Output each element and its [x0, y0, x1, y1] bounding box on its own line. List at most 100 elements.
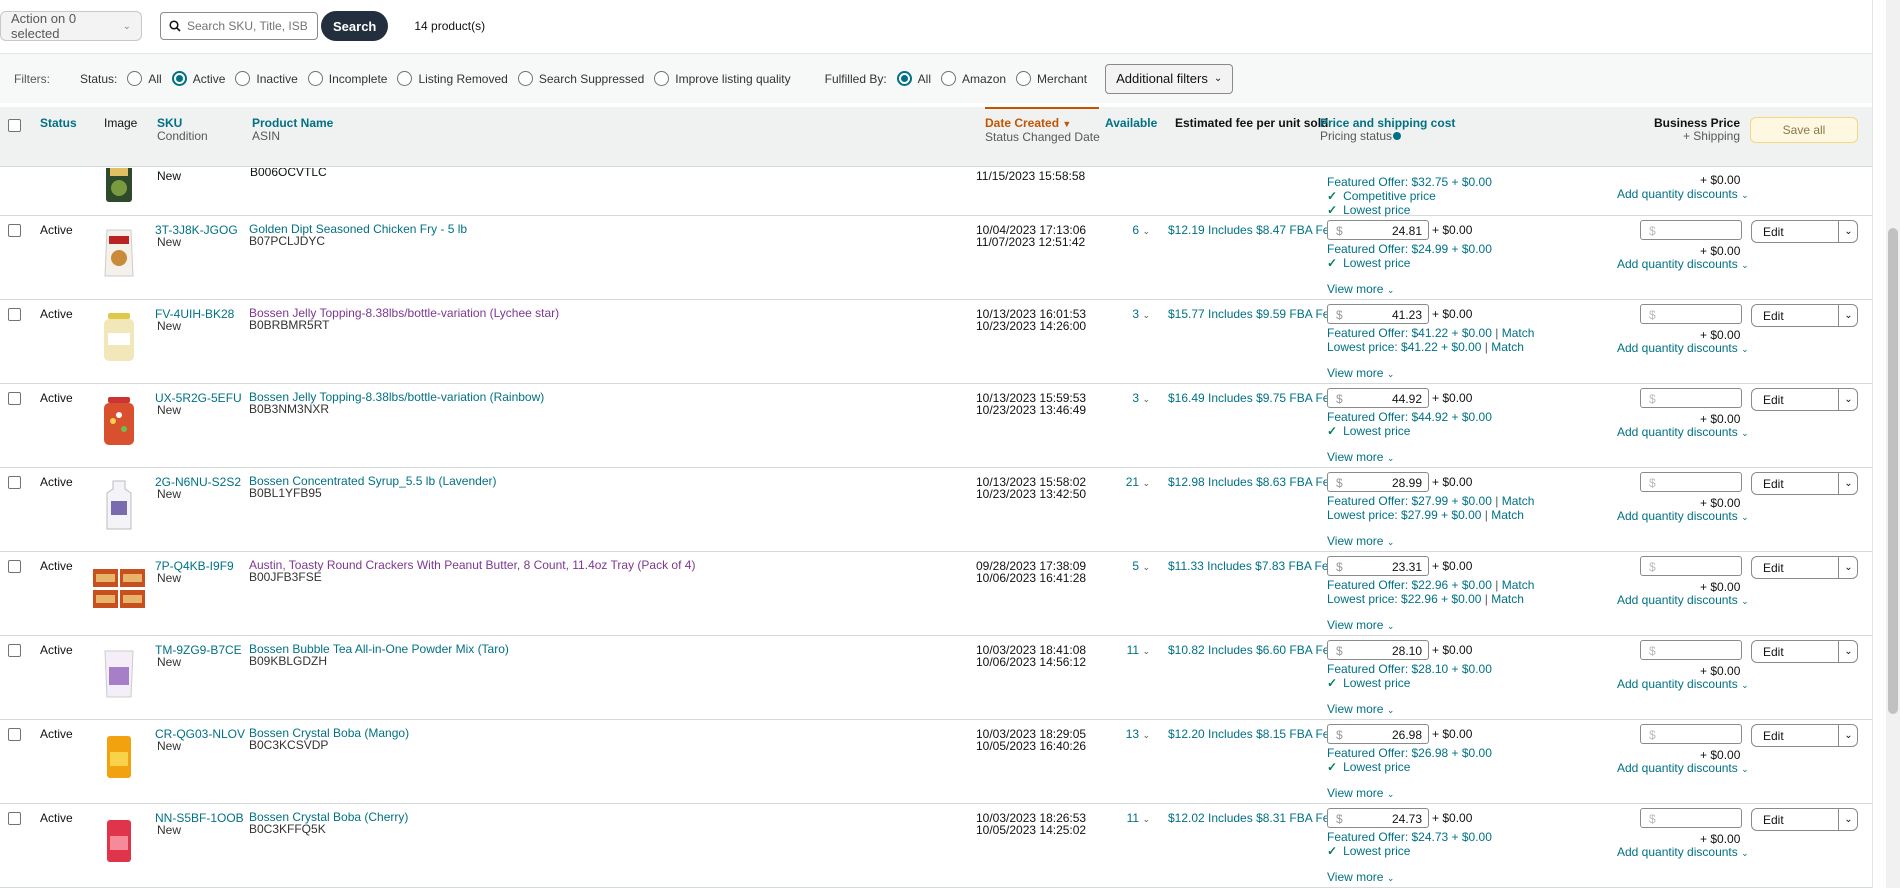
price-input[interactable]: $28.99 — [1327, 472, 1429, 492]
available-dropdown[interactable]: 21 ⌄ — [1110, 476, 1150, 490]
status-radio-search-suppressed[interactable]: Search Suppressed — [517, 71, 644, 86]
quantity-discounts-link[interactable]: Add quantity discounts ⌄ — [1617, 426, 1749, 440]
view-more-link[interactable]: View more ⌄ — [1327, 451, 1394, 465]
select-all-checkbox[interactable] — [8, 119, 21, 132]
view-more-link[interactable]: View more ⌄ — [1327, 283, 1394, 297]
fee-link[interactable]: $10.82 Includes $6.60 FBA Fee — [1168, 644, 1336, 657]
business-price-input[interactable]: $ — [1640, 808, 1742, 828]
match-link[interactable]: Match — [1491, 508, 1524, 522]
quantity-discounts-link[interactable]: Add quantity discounts ⌄ — [1617, 762, 1749, 776]
fulfilled-radio-merchant[interactable]: Merchant — [1016, 71, 1087, 86]
quantity-discounts-link[interactable]: Add quantity discounts ⌄ — [1617, 510, 1749, 524]
fee-link[interactable]: $11.33 Includes $7.83 FBA Fee — [1168, 560, 1335, 573]
search-input[interactable] — [187, 19, 307, 33]
price-input[interactable]: $26.98 — [1327, 724, 1429, 744]
business-price-input[interactable]: $ — [1640, 220, 1742, 240]
business-price-input[interactable]: $ — [1640, 472, 1742, 492]
save-all-button[interactable]: Save all — [1750, 117, 1858, 143]
price-input[interactable]: $23.31 — [1327, 556, 1429, 576]
view-more-link[interactable]: View more ⌄ — [1327, 535, 1394, 549]
view-more-link[interactable]: View more ⌄ — [1327, 787, 1394, 801]
view-more-link[interactable]: View more ⌄ — [1327, 871, 1394, 885]
edit-dropdown-toggle[interactable]: ⌄ — [1838, 725, 1858, 746]
edit-button[interactable]: Edit — [1763, 645, 1784, 659]
search-box[interactable] — [160, 12, 318, 40]
match-link[interactable]: Match — [1491, 340, 1524, 354]
edit-button[interactable]: Edit — [1763, 393, 1784, 407]
fulfilled-radio-all[interactable]: All — [896, 71, 931, 86]
fee-link[interactable]: $12.20 Includes $8.15 FBA Fee — [1168, 728, 1336, 741]
status-radio-incomplete[interactable]: Incomplete — [307, 71, 387, 86]
additional-filters-button[interactable]: Additional filters ⌄ — [1105, 63, 1234, 94]
edit-dropdown-toggle[interactable]: ⌄ — [1838, 473, 1858, 494]
view-more-link[interactable]: View more ⌄ — [1327, 367, 1394, 381]
product-image[interactable] — [93, 392, 145, 450]
edit-button[interactable]: Edit — [1763, 729, 1784, 743]
status-radio-active[interactable]: Active — [171, 71, 225, 86]
available-dropdown[interactable]: 11 ⌄ — [1110, 644, 1150, 658]
match-link[interactable]: Match — [1502, 494, 1535, 508]
edit-button[interactable]: Edit — [1763, 813, 1784, 827]
edit-button[interactable]: Edit — [1763, 477, 1784, 491]
row-checkbox[interactable] — [8, 728, 21, 741]
price-input[interactable]: $24.73 — [1327, 808, 1429, 828]
scrollbar-thumb[interactable] — [1888, 228, 1898, 714]
price-input[interactable]: $44.92 — [1327, 388, 1429, 408]
edit-dropdown-toggle[interactable]: ⌄ — [1838, 389, 1858, 410]
col-available[interactable]: Available — [1105, 117, 1157, 130]
match-link[interactable]: Match — [1502, 326, 1535, 340]
quantity-discounts-link[interactable]: Add quantity discounts ⌄ — [1617, 678, 1749, 692]
quantity-discounts-link[interactable]: Add quantity discounts ⌄ — [1617, 188, 1749, 202]
product-image[interactable] — [93, 644, 145, 702]
available-dropdown[interactable]: 3 ⌄ — [1110, 308, 1150, 322]
edit-dropdown-toggle[interactable]: ⌄ — [1838, 809, 1858, 830]
bulk-action-select[interactable]: Action on 0 selected ⌄ — [0, 11, 142, 41]
col-date-created[interactable]: Date Created ▼ — [985, 117, 1100, 131]
row-checkbox[interactable] — [8, 308, 21, 321]
match-link[interactable]: Match — [1491, 592, 1524, 606]
info-icon[interactable] — [1393, 132, 1402, 140]
fee-link[interactable]: $12.19 Includes $8.47 FBA Fee — [1168, 224, 1336, 237]
quantity-discounts-link[interactable]: Add quantity discounts ⌄ — [1617, 258, 1749, 272]
quantity-discounts-link[interactable]: Add quantity discounts ⌄ — [1617, 594, 1749, 608]
product-image[interactable] — [93, 224, 145, 282]
quantity-discounts-link[interactable]: Add quantity discounts ⌄ — [1617, 342, 1749, 356]
product-image[interactable] — [93, 812, 145, 870]
row-checkbox[interactable] — [8, 812, 21, 825]
edit-dropdown-toggle[interactable]: ⌄ — [1838, 305, 1858, 326]
business-price-input[interactable]: $ — [1640, 388, 1742, 408]
available-dropdown[interactable]: 3 ⌄ — [1110, 392, 1150, 406]
fee-link[interactable]: $16.49 Includes $9.75 FBA Fee — [1168, 392, 1336, 405]
fulfilled-radio-amazon[interactable]: Amazon — [941, 71, 1006, 86]
view-more-link[interactable]: View more ⌄ — [1327, 703, 1394, 717]
product-image[interactable] — [93, 308, 145, 366]
business-price-input[interactable]: $ — [1640, 640, 1742, 660]
row-checkbox[interactable] — [8, 644, 21, 657]
status-radio-all[interactable]: All — [127, 71, 162, 86]
view-more-link[interactable]: View more ⌄ — [1327, 619, 1394, 633]
available-dropdown[interactable]: 13 ⌄ — [1110, 728, 1150, 742]
available-dropdown[interactable]: 6 ⌄ — [1110, 224, 1150, 238]
edit-dropdown-toggle[interactable]: ⌄ — [1838, 641, 1858, 662]
quantity-discounts-link[interactable]: Add quantity discounts ⌄ — [1617, 846, 1749, 860]
edit-dropdown-toggle[interactable]: ⌄ — [1838, 221, 1858, 242]
business-price-input[interactable]: $ — [1640, 724, 1742, 744]
business-price-input[interactable]: $ — [1640, 304, 1742, 324]
status-radio-improve-listing-quality[interactable]: Improve listing quality — [654, 71, 791, 86]
available-dropdown[interactable]: 11 ⌄ — [1110, 812, 1150, 826]
col-status[interactable]: Status — [40, 117, 77, 130]
price-input[interactable]: $28.10 — [1327, 640, 1429, 660]
price-input[interactable]: $24.81 — [1327, 220, 1429, 240]
row-checkbox[interactable] — [8, 560, 21, 573]
fee-link[interactable]: $12.98 Includes $8.63 FBA Fee — [1168, 476, 1336, 489]
status-radio-inactive[interactable]: Inactive — [235, 71, 298, 86]
edit-button[interactable]: Edit — [1763, 561, 1784, 575]
available-dropdown[interactable]: 5 ⌄ — [1110, 560, 1150, 574]
product-image[interactable] — [93, 560, 145, 618]
match-link[interactable]: Match — [1502, 578, 1535, 592]
row-checkbox[interactable] — [8, 224, 21, 237]
edit-dropdown-toggle[interactable]: ⌄ — [1838, 557, 1858, 578]
price-input[interactable]: $41.23 — [1327, 304, 1429, 324]
product-image[interactable] — [93, 476, 145, 534]
edit-button[interactable]: Edit — [1763, 225, 1784, 239]
